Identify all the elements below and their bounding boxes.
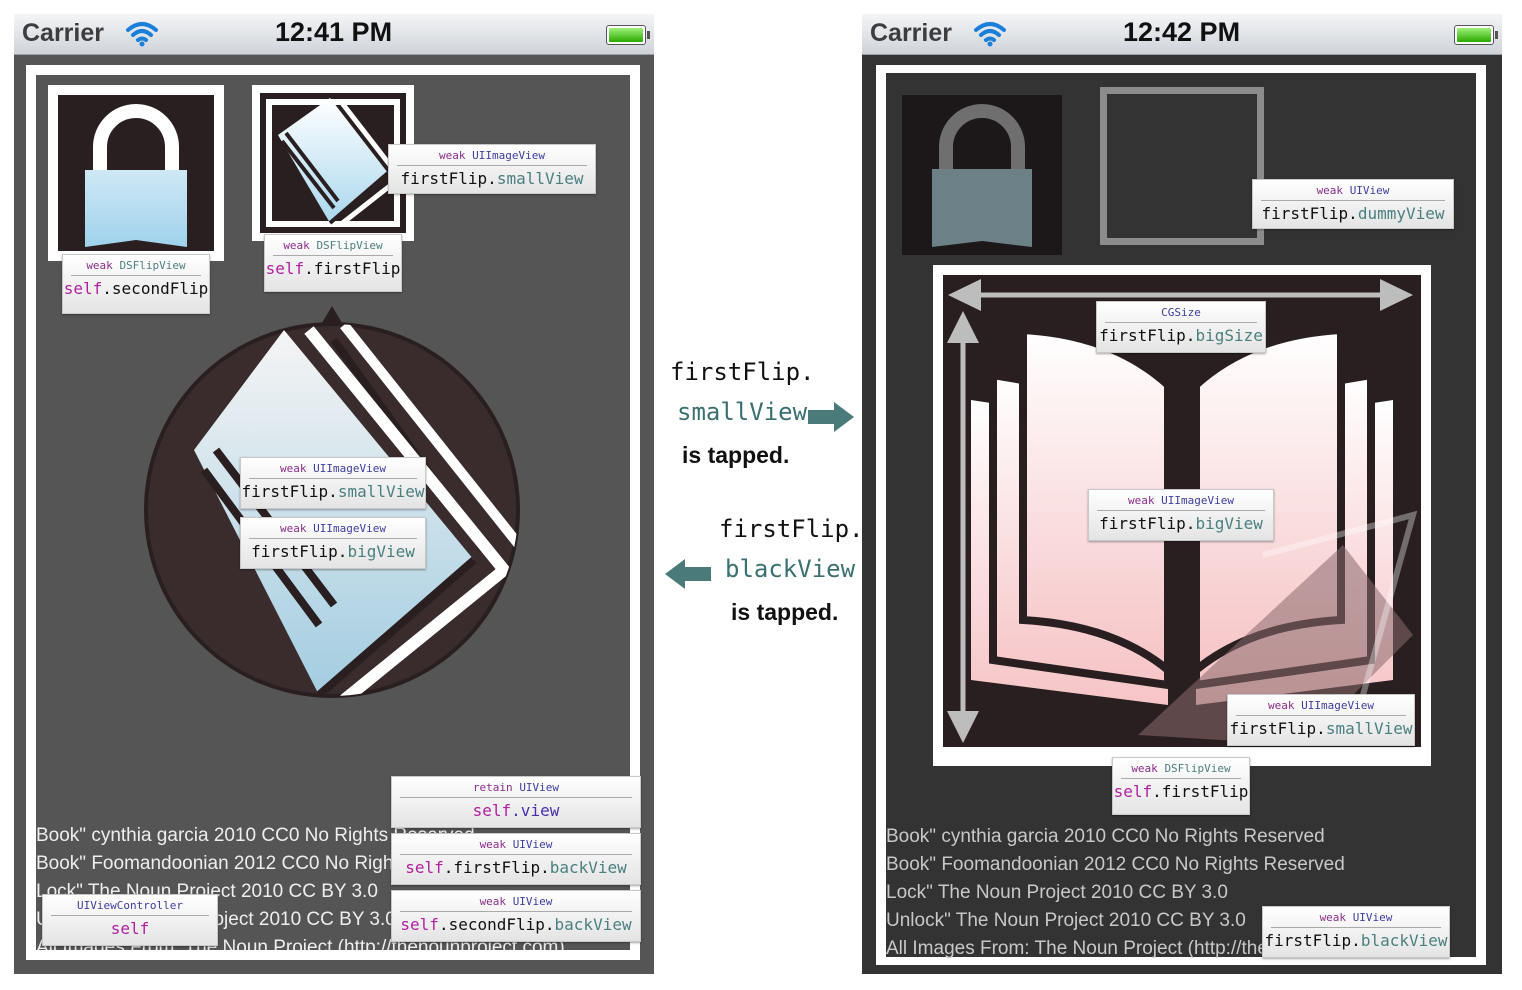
label-first-flip: weak DSFlipView self.firstFlip [1112, 757, 1250, 815]
backward-action: is tapped. [731, 599, 839, 625]
label-black-view: weak UIView firstFlip.blackView [1262, 906, 1450, 958]
status-bar: Carrier 12:41 PM [14, 14, 654, 55]
credit-line: Book" cynthia garcia 2010 CC0 No Rights … [886, 826, 1325, 847]
forward-action: is tapped. [682, 442, 790, 468]
label-big-view: weak UIImageView firstFlip.bigView [1088, 489, 1274, 541]
label-second-back-view: weak UIView self.secondFlip.backView [391, 890, 641, 942]
small-book-icon [278, 98, 404, 227]
label-first-back-view: weak UIView self.firstFlip.backView [391, 833, 641, 885]
left-arrow-icon [665, 559, 711, 589]
credit-line: Book" Foomandoonian 2012 CC0 No Rights R… [886, 854, 1345, 875]
wifi-icon [126, 22, 158, 47]
label-second-flip: weak DSFlipView self.secondFlip [62, 254, 210, 314]
clock: 12:42 PM [1123, 17, 1241, 47]
second-flip-view[interactable] [48, 85, 224, 261]
wifi-icon [974, 22, 1006, 47]
lock-icon [85, 104, 187, 247]
backward-prop: blackView [725, 555, 856, 583]
lock-icon [932, 104, 1032, 247]
second-flip-view[interactable] [902, 95, 1062, 255]
label-dummy-view: weak UIView firstFlip.dummyView [1252, 179, 1454, 229]
credit-line: Lock" The Noun Project 2010 CC BY 3.0 [886, 882, 1228, 903]
dummy-view[interactable] [1100, 87, 1264, 245]
label-first-flip: weak DSFlipView self.firstFlip [264, 234, 402, 292]
left-phone: Carrier 12:41 PM Book" cynthia garcia 20… [14, 14, 654, 974]
label-small-view-top: weak UIImageView firstFlip.smallView [388, 144, 596, 194]
label-big-size: CGSize firstFlip.bigSize [1096, 301, 1266, 353]
label-self-view: retain UIView self.view [391, 776, 641, 828]
label-small-view-mid: weak UIImageView firstFlip.smallView [240, 457, 426, 509]
right-phone: Carrier 12:42 PM Book" cynthia garcia 20… [862, 14, 1502, 974]
battery-icon [1454, 25, 1498, 45]
right-arrow-icon [808, 402, 854, 432]
label-small-view: weak UIImageView firstFlip.smallView [1227, 694, 1415, 746]
label-big-view-mid: weak UIImageView firstFlip.bigView [240, 517, 426, 569]
backward-obj: firstFlip. [719, 515, 864, 543]
carrier-label: Carrier [870, 19, 952, 47]
status-bar: Carrier 12:42 PM [862, 14, 1502, 55]
clock: 12:41 PM [275, 17, 393, 47]
forward-obj: firstFlip. [670, 358, 815, 386]
forward-prop: smallView [677, 398, 808, 426]
label-view-controller: UIViewController self [42, 894, 218, 946]
battery-icon [606, 25, 650, 45]
carrier-label: Carrier [22, 19, 104, 47]
